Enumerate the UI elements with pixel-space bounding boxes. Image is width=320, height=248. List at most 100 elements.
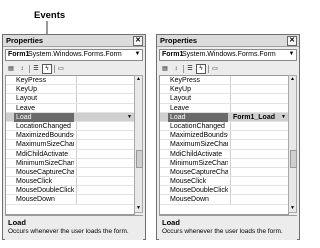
- event-row-mouseclick[interactable]: MouseClick: [160, 177, 288, 187]
- event-row-layout[interactable]: Layout: [160, 94, 288, 104]
- event-row-locationchanged[interactable]: LocationChanged: [6, 121, 134, 132]
- toolbar-divider: [54, 65, 55, 73]
- column-divider: [230, 177, 231, 186]
- event-row-minimumsizechanged[interactable]: MinimumSizeChanged: [160, 158, 288, 168]
- event-name: MouseClick: [170, 178, 207, 186]
- event-row-leave[interactable]: Leave: [160, 103, 288, 113]
- scroll-up-icon[interactable]: ▲: [289, 76, 296, 83]
- column-divider: [76, 85, 77, 94]
- event-row-mousedoubleclick[interactable]: MouseDoubleClick: [160, 186, 288, 196]
- event-name: MouseCaptureChange: [16, 168, 74, 176]
- column-divider: [230, 94, 231, 103]
- description-title: Load: [8, 218, 26, 227]
- alphabetical-icon[interactable]: ↕: [171, 64, 181, 74]
- chevron-down-icon[interactable]: ▼: [288, 51, 295, 58]
- event-name: MouseCaptureChange: [170, 168, 228, 176]
- event-name: MouseDown: [16, 196, 55, 204]
- event-row-maximizedboundschar[interactable]: MaximizedBoundsChar: [6, 131, 134, 141]
- event-row-maximumsizechanged[interactable]: MaximumSizeChanged: [160, 140, 288, 150]
- event-name: KeyPress: [170, 77, 200, 84]
- event-row-mdichildactivate[interactable]: MdiChildActivate: [160, 149, 288, 159]
- properties-toolbar: ▤ ↕ ☰ ϟ ▭: [159, 63, 297, 75]
- event-row-mousedoubleclick[interactable]: MouseDoubleClick: [6, 186, 134, 196]
- window-titlebar[interactable]: Properties ✕: [157, 35, 299, 47]
- window-title: Properties: [6, 36, 44, 45]
- event-row-keyup[interactable]: KeyUp: [160, 85, 288, 95]
- chevron-down-icon[interactable]: ▼: [126, 114, 133, 120]
- event-row-maximumsizechanged[interactable]: MaximumSizeChanged: [6, 140, 134, 150]
- event-row-load[interactable]: Load Form1_Load ▼: [160, 112, 288, 122]
- event-name: Leave: [170, 104, 190, 112]
- column-divider: [76, 195, 77, 204]
- event-name: KeyUp: [16, 86, 38, 94]
- event-row-locationchanged[interactable]: LocationChanged: [160, 121, 288, 132]
- event-row-mousedown[interactable]: MouseDown: [160, 195, 288, 205]
- event-row-maximizedboundschar[interactable]: MaximizedBoundsChar: [160, 131, 288, 141]
- properties-icon[interactable]: ☰: [185, 64, 195, 74]
- event-row-load[interactable]: Load ▼: [6, 112, 134, 122]
- window-titlebar[interactable]: Properties ✕: [3, 35, 145, 47]
- event-name: MouseDown: [170, 196, 209, 204]
- event-grid: KeyPress KeyUp Layout Leave Load Form1_Load ▼ L…: [159, 75, 289, 215]
- column-divider: [230, 131, 231, 140]
- event-name: Layout: [170, 95, 192, 103]
- property-pages-icon[interactable]: ▭: [56, 64, 66, 74]
- event-row-keyup[interactable]: KeyUp: [6, 85, 134, 95]
- chevron-down-icon[interactable]: ▼: [280, 114, 287, 120]
- column-divider: [230, 195, 231, 204]
- scroll-down-icon[interactable]: ▼: [289, 205, 296, 212]
- column-divider: [76, 103, 77, 112]
- object-selector[interactable]: Form1 System.Windows.Forms.Form ▼: [159, 49, 297, 61]
- properties-icon[interactable]: ☰: [31, 64, 41, 74]
- event-handler-value[interactable]: Form1_Load: [233, 113, 275, 122]
- object-name: Form1: [8, 51, 30, 58]
- column-divider: [76, 121, 77, 131]
- event-name: MdiChildActivate: [16, 150, 69, 158]
- column-divider: [230, 186, 231, 195]
- column-divider: [230, 85, 231, 94]
- chevron-down-icon[interactable]: ▼: [134, 51, 141, 58]
- description-text: Occurs whenever the user loads the form.: [162, 228, 283, 235]
- scroll-thumb[interactable]: [290, 150, 297, 168]
- event-row-mdichildactivate[interactable]: MdiChildActivate: [6, 149, 134, 159]
- alphabetical-icon[interactable]: ↕: [17, 64, 27, 74]
- event-name: MaximizedBoundsChar: [16, 132, 74, 140]
- event-name: MaximizedBoundsChar: [170, 132, 228, 140]
- event-row-mousedown[interactable]: MouseDown: [6, 195, 134, 205]
- properties-window-1: Properties ✕ Form1 System.Windows.Forms.…: [2, 34, 146, 240]
- column-divider: [230, 76, 231, 85]
- event-row-keypress[interactable]: KeyPress: [160, 76, 288, 86]
- vertical-scrollbar[interactable]: ▲ ▼: [288, 75, 297, 213]
- scroll-down-icon[interactable]: ▼: [135, 205, 142, 212]
- categorized-icon[interactable]: ▤: [6, 64, 16, 74]
- description-title: Load: [162, 218, 180, 227]
- events-icon[interactable]: ϟ: [42, 64, 52, 74]
- close-icon[interactable]: ✕: [287, 36, 297, 46]
- column-divider: [230, 149, 231, 158]
- event-row-keypress[interactable]: KeyPress: [6, 76, 134, 86]
- property-pages-icon[interactable]: ▭: [210, 64, 220, 74]
- object-selector[interactable]: Form1 System.Windows.Forms.Form ▼: [5, 49, 143, 61]
- event-name: MdiChildActivate: [170, 150, 223, 158]
- column-divider: [76, 131, 77, 140]
- event-name: MinimumSizeChanged: [170, 159, 228, 167]
- event-row-mousecapturechange[interactable]: MouseCaptureChange: [160, 167, 288, 178]
- event-row-mouseclick[interactable]: MouseClick: [6, 177, 134, 187]
- event-row-minimumsizechanged[interactable]: MinimumSizeChanged: [6, 158, 134, 168]
- description-text: Occurs whenever the user loads the form.: [8, 228, 129, 235]
- vertical-scrollbar[interactable]: ▲ ▼: [134, 75, 143, 213]
- properties-window-2: Properties ✕ Form1 System.Windows.Forms.…: [156, 34, 300, 240]
- scroll-up-icon[interactable]: ▲: [135, 76, 142, 83]
- column-divider: [230, 112, 231, 121]
- column-divider: [230, 121, 231, 131]
- categorized-icon[interactable]: ▤: [160, 64, 170, 74]
- events-icon[interactable]: ϟ: [196, 64, 206, 74]
- event-row-leave[interactable]: Leave: [6, 103, 134, 113]
- toolbar-divider: [29, 65, 30, 73]
- close-icon[interactable]: ✕: [133, 36, 143, 46]
- event-name: MouseDoubleClick: [170, 187, 228, 195]
- event-row-layout[interactable]: Layout: [6, 94, 134, 104]
- column-divider: [76, 167, 77, 177]
- event-row-mousecapturechange[interactable]: MouseCaptureChange: [6, 167, 134, 178]
- scroll-thumb[interactable]: [136, 150, 143, 168]
